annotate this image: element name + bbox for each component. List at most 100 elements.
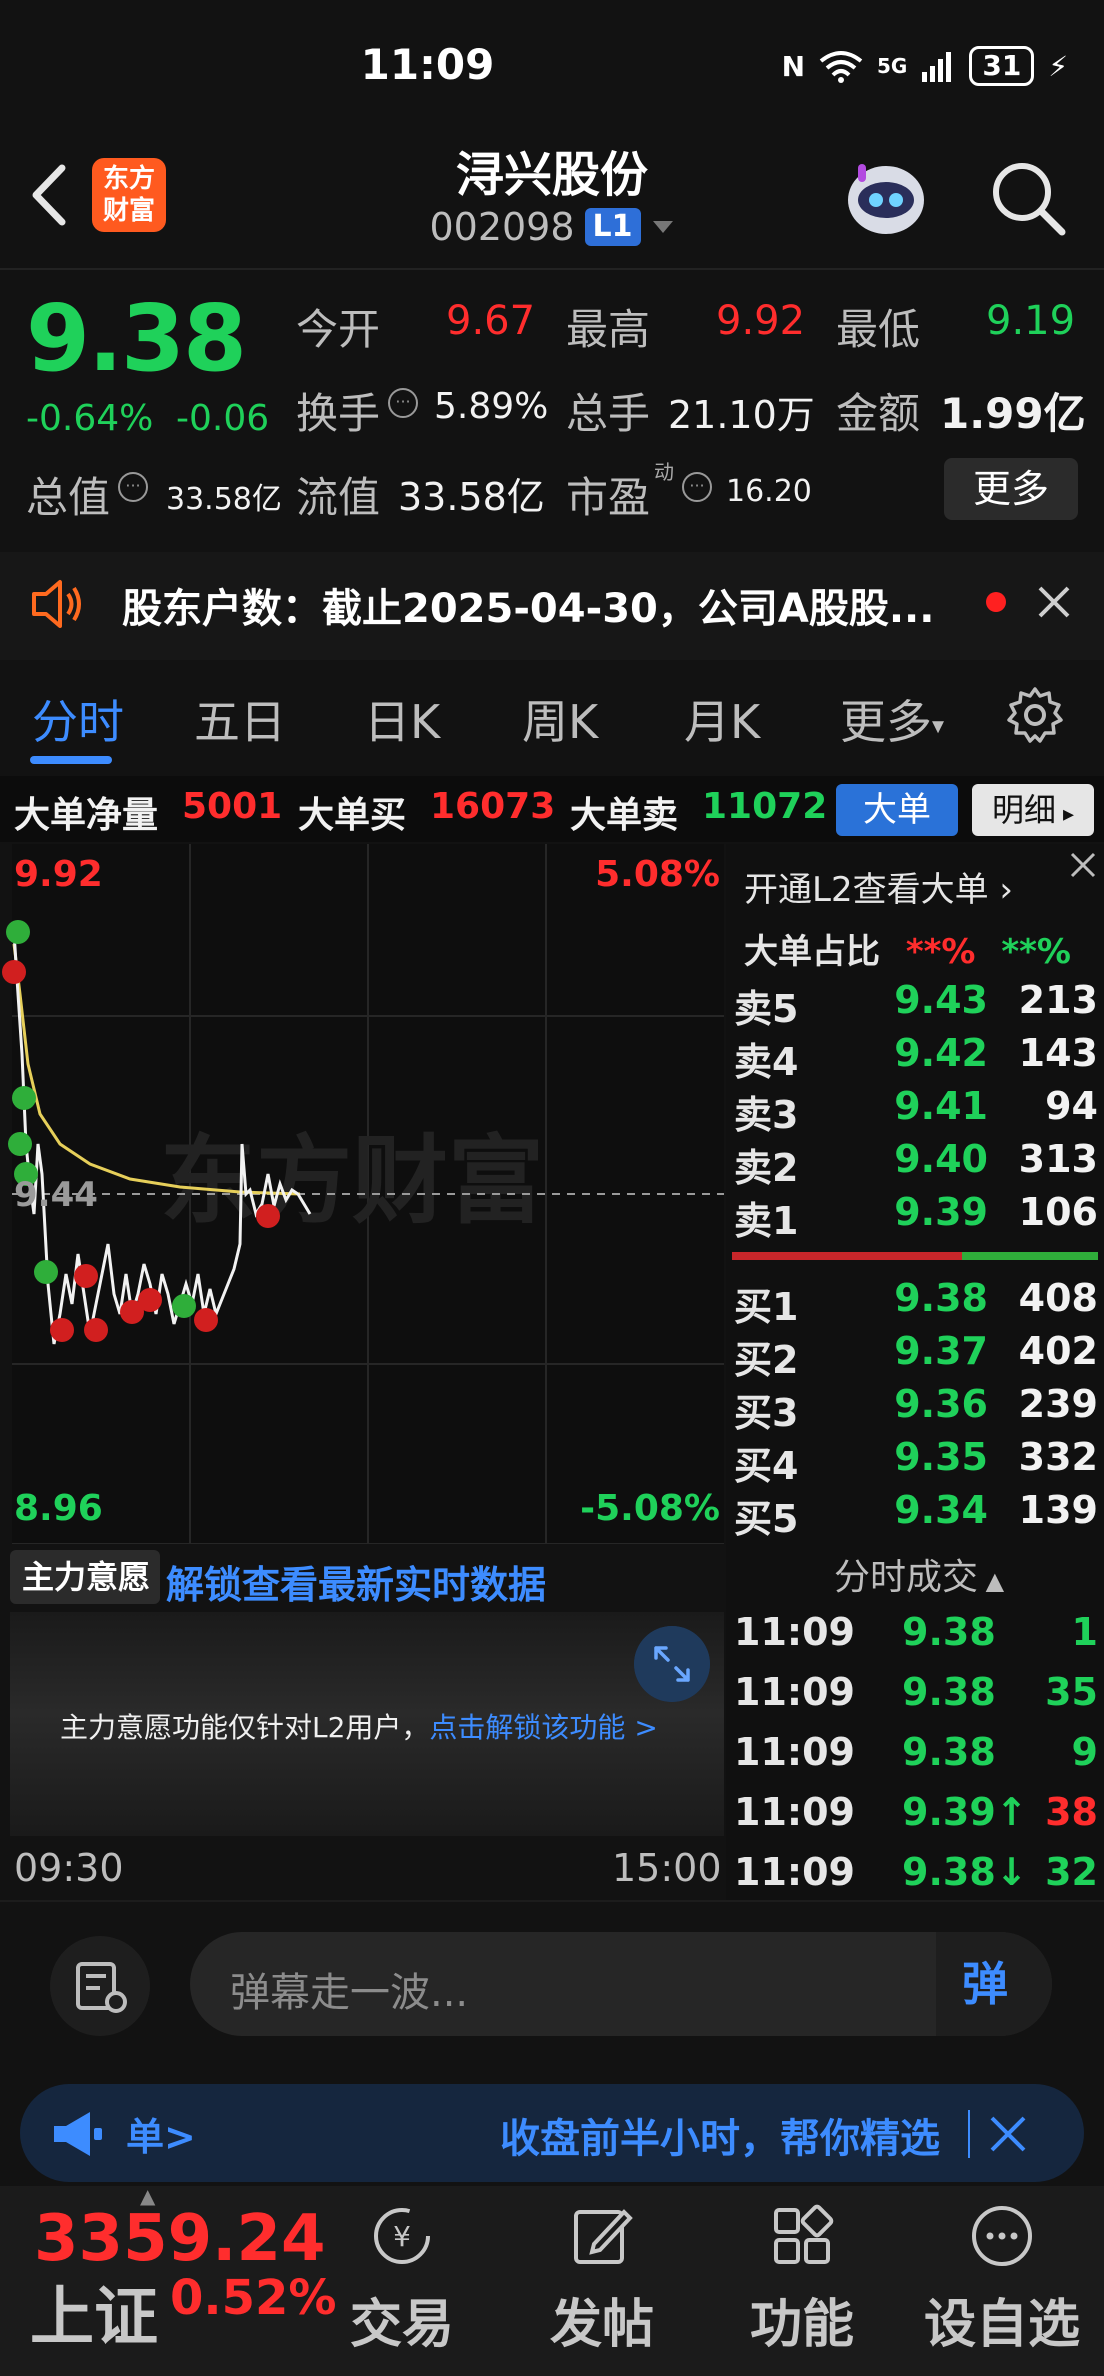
- danmu-settings-icon[interactable]: [50, 1936, 150, 2036]
- time-axis-end: 15:00: [612, 1846, 722, 1890]
- bid-row[interactable]: 买4 9.35 332: [734, 1435, 1098, 1488]
- nav-watchlist[interactable]: 设自选: [922, 2196, 1082, 2376]
- change-value: -0.06: [176, 398, 270, 439]
- trade-row: 11:09 9.38 35: [734, 1670, 1098, 1714]
- info-icon[interactable]: ···: [118, 472, 148, 502]
- tab-active-indicator: [30, 756, 112, 764]
- time-axis-start: 09:30: [14, 1846, 124, 1890]
- expand-icon[interactable]: [634, 1626, 710, 1702]
- pe-dynamic-mark: 动: [654, 460, 674, 484]
- volume-label: 总手: [566, 389, 651, 438]
- turnover-value: 5.89%: [434, 386, 549, 427]
- more-button[interactable]: 更多: [944, 458, 1078, 520]
- battery-icon: 31: [969, 46, 1035, 86]
- ask-row[interactable]: 卖1 9.39 106: [734, 1190, 1098, 1243]
- nav-post[interactable]: 发帖: [522, 2196, 682, 2376]
- trade-row: 11:09 9.38 1: [734, 1610, 1098, 1654]
- chart-top-price: 9.92: [14, 854, 103, 895]
- high-label: 最高: [566, 305, 651, 354]
- grid-icon: [774, 2204, 834, 2264]
- notice-text[interactable]: 股东户数：截止2025-04-30，公司A股股...: [122, 576, 934, 634]
- more-icon: [972, 2206, 1032, 2266]
- danmu-placeholder: 弹幕走一波...: [230, 1970, 469, 2016]
- unlock-realtime-link[interactable]: 解锁查看最新实时数据: [166, 1554, 546, 1609]
- float-mcap-label: 流值: [296, 473, 381, 522]
- mcap-label: 总值: [26, 473, 111, 522]
- ask-row[interactable]: 卖4 9.42 143: [734, 1031, 1098, 1084]
- main-intent-selector[interactable]: 主力意愿 ▾: [10, 1550, 160, 1651]
- chart-bottom-price: 8.96: [14, 1488, 103, 1529]
- ask-row[interactable]: 卖2 9.40 313: [734, 1137, 1098, 1190]
- index-value[interactable]: 3359.24: [34, 2202, 326, 2276]
- edit-icon: [574, 2209, 633, 2264]
- nav-features[interactable]: 功能: [722, 2196, 882, 2376]
- nav-trade[interactable]: ¥ 交易: [322, 2196, 482, 2376]
- network-label: 5G: [877, 54, 908, 78]
- float-mcap-value: 33.58亿: [398, 475, 545, 519]
- change-percent: -0.64%: [26, 398, 154, 439]
- info-icon[interactable]: ···: [682, 472, 712, 502]
- gear-icon[interactable]: [1006, 686, 1064, 744]
- chart-watermark: 东方财富: [160, 1125, 544, 1237]
- big-order-ratio: 大单占比 **% **%: [744, 932, 1071, 972]
- mcap-value: 33.58亿: [166, 482, 282, 517]
- big-order-sell-value: 11072: [702, 786, 828, 827]
- big-order-buy-label: 大单买: [298, 795, 407, 836]
- high-value: 9.92: [716, 298, 806, 344]
- ask-row[interactable]: 卖5 9.43 213: [734, 978, 1098, 1031]
- chart-top-pct: 5.08%: [595, 854, 720, 895]
- tab-five-day[interactable]: 五日: [194, 686, 286, 752]
- chart-prev-close: 9.44: [14, 1175, 98, 1215]
- trades-header[interactable]: 分时成交 ▲: [834, 1548, 1004, 1600]
- low-value: 9.19: [986, 298, 1076, 344]
- robot-assistant-icon[interactable]: [838, 150, 934, 246]
- stock-code-row[interactable]: 002098 L1: [0, 205, 1104, 249]
- trade-icon: ¥: [374, 2208, 430, 2264]
- danmu-send-button[interactable]: 弹: [936, 1932, 1052, 2036]
- tab-intraday[interactable]: 分时: [32, 686, 124, 752]
- dropdown-icon: [652, 221, 673, 233]
- status-time: 11:09: [360, 40, 495, 89]
- trade-row: 11:09 9.38 9: [734, 1730, 1098, 1774]
- info-icon[interactable]: ···: [388, 388, 418, 418]
- detail-button[interactable]: 明细 ▸: [972, 784, 1094, 836]
- bid-row[interactable]: 买1 9.38 408: [734, 1276, 1098, 1329]
- turnover-label: 换手: [296, 389, 381, 438]
- ask-row[interactable]: 卖3 9.41 94: [734, 1084, 1098, 1137]
- wifi-icon: [819, 51, 863, 83]
- unread-dot: [986, 592, 1006, 612]
- trade-row: 11:09 9.38↓ 32: [734, 1850, 1098, 1894]
- level-badge: L1: [584, 208, 641, 246]
- close-icon[interactable]: [1034, 582, 1074, 622]
- promo-text[interactable]: 收盘前半小时，帮你精选: [500, 2106, 940, 2164]
- close-icon[interactable]: [984, 2110, 1032, 2158]
- amount-label: 金额: [836, 389, 921, 438]
- amount-value: 1.99亿: [940, 389, 1086, 438]
- bid-row[interactable]: 买3 9.36 239: [734, 1382, 1098, 1435]
- search-icon[interactable]: [988, 158, 1068, 238]
- bid-row[interactable]: 买5 9.34 139: [734, 1488, 1098, 1541]
- index-change-pct[interactable]: 0.52%: [170, 2270, 337, 2326]
- intent-message: 主力意愿功能仅针对L2用户，点击解锁该功能 >: [60, 1711, 658, 1744]
- open-label: 今开: [296, 305, 381, 354]
- big-order-button[interactable]: 大单: [836, 784, 958, 836]
- tab-monthly-k[interactable]: 月K: [684, 686, 760, 752]
- bid-row[interactable]: 买2 9.37 402: [734, 1329, 1098, 1382]
- l2-upgrade-link[interactable]: 开通L2查看大单 ›: [744, 862, 1013, 911]
- low-label: 最低: [836, 305, 921, 354]
- big-order-sell-label: 大单卖: [570, 795, 679, 836]
- close-icon[interactable]: [1066, 848, 1100, 882]
- index-name[interactable]: 上证: [30, 2266, 158, 2358]
- tab-more[interactable]: 更多▾: [840, 686, 944, 752]
- unlock-feature-link[interactable]: 点击解锁该功能 >: [429, 1711, 657, 1744]
- open-value: 9.67: [446, 298, 536, 344]
- megaphone-icon: [54, 2112, 102, 2156]
- trade-row: 11:09 9.39↑ 38: [734, 1790, 1098, 1834]
- divider: [0, 1900, 1104, 1902]
- intraday-chart[interactable]: 东方财富 9.92 5.08% 9.44 8.96 -5.08%: [0, 844, 726, 1544]
- tab-weekly-k[interactable]: 周K: [522, 686, 598, 752]
- tab-daily-k[interactable]: 日K: [364, 686, 440, 752]
- stock-code: 002098: [429, 205, 575, 249]
- promo-left-text[interactable]: 单>: [126, 2106, 196, 2161]
- nfc-icon: N: [781, 49, 806, 83]
